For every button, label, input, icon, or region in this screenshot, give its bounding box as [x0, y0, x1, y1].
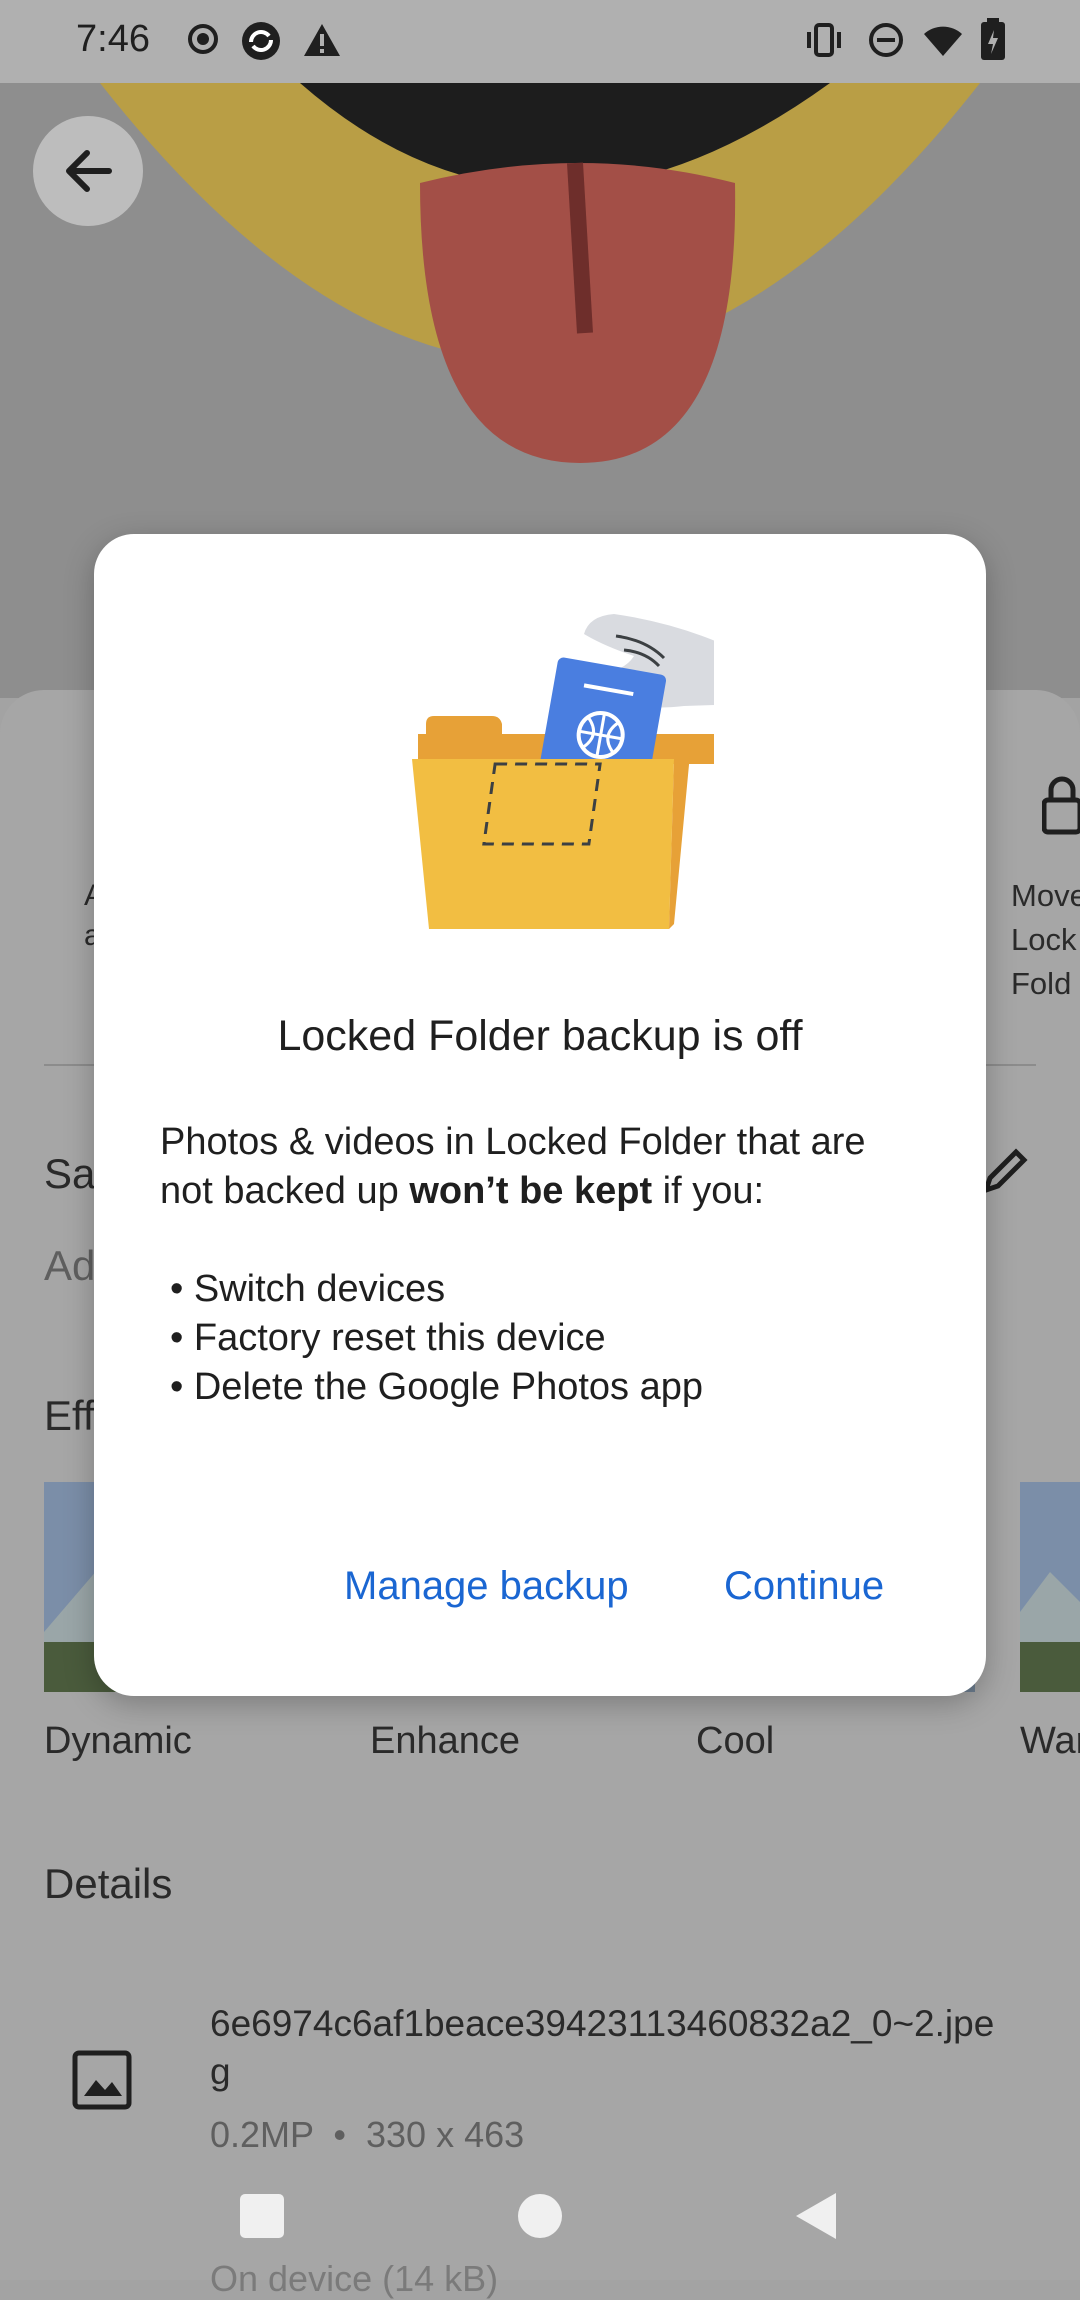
locked-folder-illustration — [412, 614, 714, 929]
bullet-list: • Switch devices • Factory reset this de… — [160, 1265, 940, 1412]
wifi-icon — [924, 26, 962, 56]
do-not-disturb-icon — [869, 23, 903, 57]
section-save-heading: Sa — [44, 1150, 96, 1197]
vibrate-icon — [807, 23, 841, 57]
edit-icon[interactable] — [980, 1146, 1030, 1196]
status-bar: 7:46 — [0, 0, 1080, 83]
file-name: 6e6974c6af1beace39423113460832a2_0~2.jpe… — [210, 2003, 995, 2092]
home-button[interactable] — [518, 2194, 562, 2238]
effect-label-enhance[interactable]: Enhance — [370, 1720, 520, 1763]
back-nav-button[interactable] — [792, 2190, 840, 2242]
bullet-delete-app: • Delete the Google Photos app — [170, 1366, 704, 1408]
body-line-2: not backed up won’t be kept if you: — [160, 1167, 940, 1216]
details-heading: Details — [44, 1860, 173, 1907]
back-button[interactable] — [33, 116, 143, 226]
effect-label-dynamic[interactable]: Dynamic — [44, 1720, 192, 1763]
bullet-switch-devices: • Switch devices — [170, 1268, 446, 1310]
record-icon — [188, 24, 218, 54]
effect-label-warm[interactable]: War — [1020, 1720, 1080, 1763]
dialog-body: Photos & videos in Locked Folder that ar… — [160, 1118, 940, 1412]
body-emphasis: won’t be kept — [409, 1170, 653, 1212]
action-label-move-to-locked-folder[interactable]: Move Lock Fold — [1011, 874, 1080, 1006]
manage-backup-button[interactable]: Manage backup — [344, 1564, 629, 1609]
body-text: not backed up — [160, 1170, 410, 1212]
arrow-back-icon — [66, 150, 112, 192]
backup-off-dialog: Locked Folder backup is off Photos & vid… — [94, 534, 986, 1696]
image-icon — [72, 2050, 132, 2110]
effects-heading: Eff — [44, 1392, 95, 1439]
status-time: 7:46 — [76, 18, 150, 60]
continue-button[interactable]: Continue — [724, 1564, 884, 1609]
navigation-bar — [0, 2168, 1080, 2280]
body-text-end: if you: — [652, 1170, 765, 1212]
effect-label-cool[interactable]: Cool — [696, 1720, 774, 1763]
add-description-field[interactable]: Ad — [44, 1242, 95, 1290]
dialog-title: Locked Folder backup is off — [277, 1012, 803, 1060]
battery-icon — [981, 18, 1005, 60]
lock-icon — [1041, 776, 1080, 841]
effect-thumb-warm[interactable] — [1020, 1482, 1080, 1692]
recents-button[interactable] — [240, 2194, 284, 2238]
sync-app-icon — [242, 22, 280, 60]
bullet-factory-reset: • Factory reset this device — [170, 1317, 606, 1359]
body-line-1: Photos & videos in Locked Folder that ar… — [160, 1121, 866, 1163]
file-meta: 0.2MP • 330 x 463 — [210, 2114, 525, 2155]
warning-icon — [304, 24, 340, 56]
